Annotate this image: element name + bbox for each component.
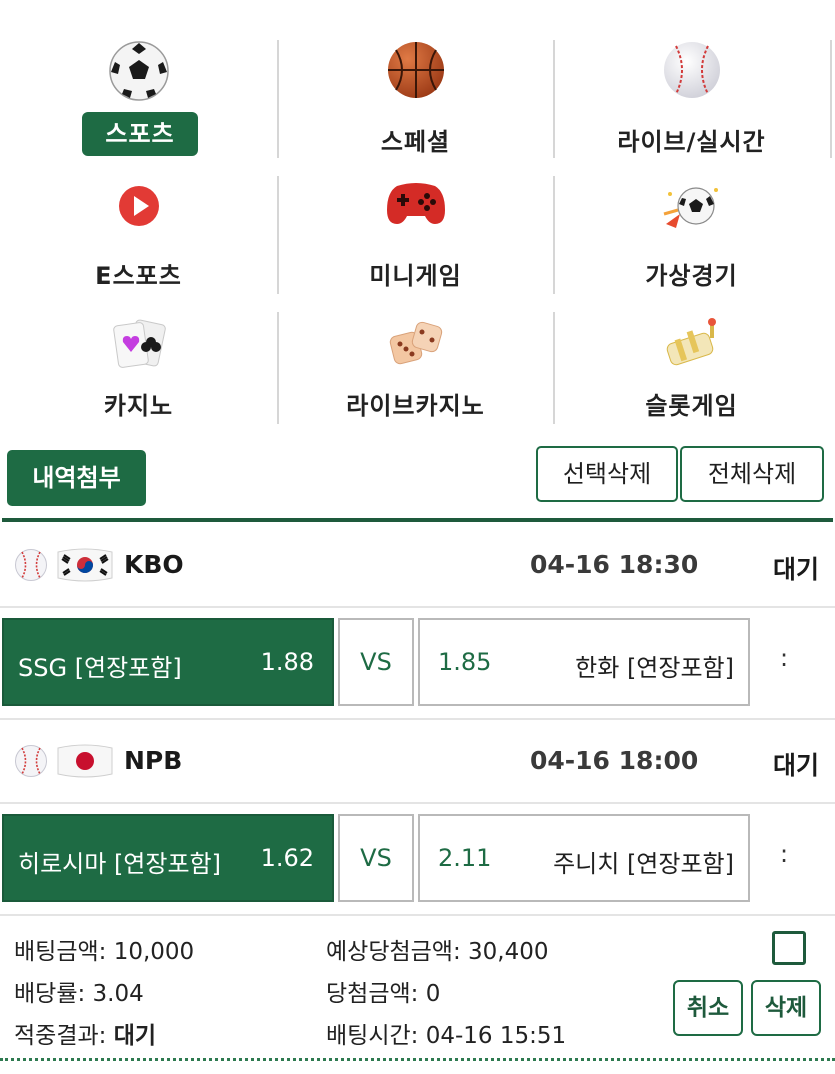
status-label: 대기: [772, 751, 819, 780]
vs-button[interactable]: VS: [338, 814, 414, 902]
category-minigame[interactable]: 미니게임: [277, 162, 554, 296]
result: 적중결과: 대기: [14, 1016, 156, 1050]
category-label: E스포츠: [95, 262, 182, 290]
category-slot[interactable]: 슬롯게임: [553, 296, 830, 430]
dice-icon: [389, 321, 442, 365]
home-odd: 1.88: [260, 648, 314, 676]
korea-flag-icon: [57, 548, 113, 582]
score: :: [780, 644, 789, 672]
bet-amount-label: 배팅금액:: [14, 939, 107, 965]
japan-flag-icon: [57, 744, 113, 778]
away-team: 주니치 [연장포함]: [553, 850, 734, 878]
bet-amount-value: 10,000: [113, 939, 195, 965]
soccer-ball-icon: [108, 41, 169, 101]
expected-win: 예상당첨금액: 30,400: [326, 932, 549, 966]
league-name: NPB: [124, 746, 183, 775]
delete-selected-button[interactable]: 선택삭제: [536, 446, 678, 502]
baseball-icon: [15, 745, 47, 777]
win-amount-label: 당첨금액:: [326, 981, 419, 1007]
bet-time-label: 배팅시간:: [326, 1023, 419, 1049]
game-header: KBO 04-16 18:30 대기: [0, 522, 835, 608]
win-amount-value: 0: [425, 981, 441, 1007]
home-odd: 1.62: [260, 844, 314, 872]
category-label: 가상경기: [645, 262, 738, 290]
category-label: 슬롯게임: [645, 392, 738, 420]
game-header: NPB 04-16 18:00 대기: [0, 718, 835, 804]
divider: [830, 40, 832, 158]
category-esports[interactable]: E스포츠: [0, 162, 277, 296]
cards-icon: [112, 319, 166, 368]
baseball-icon: [15, 549, 47, 581]
home-pick-button[interactable]: 히로시마 [연장포함] 1.62: [2, 814, 334, 902]
category-special[interactable]: 스페셜: [277, 28, 554, 162]
category-virtual[interactable]: 가상경기: [553, 162, 830, 296]
category-label: 라이브카지노: [346, 392, 485, 420]
game-time: 04-16 18:30: [530, 550, 699, 579]
bottom-divider: [0, 1058, 835, 1061]
league-name: KBO: [124, 550, 184, 579]
status-label: 대기: [772, 555, 819, 584]
bet-time: 배팅시간: 04-16 15:51: [326, 1016, 566, 1050]
expected-win-value: 30,400: [468, 939, 549, 965]
vs-button[interactable]: VS: [338, 618, 414, 706]
delete-all-button[interactable]: 전체삭제: [680, 446, 824, 502]
game-time: 04-16 18:00: [530, 746, 699, 775]
result-value: 대기: [113, 1023, 157, 1049]
home-pick-button[interactable]: SSG [연장포함] 1.88: [2, 618, 334, 706]
bet-time-value: 04-16 15:51: [425, 1023, 567, 1049]
select-checkbox[interactable]: [772, 931, 806, 965]
cancel-button[interactable]: 취소: [673, 980, 743, 1036]
category-casino[interactable]: 카지노: [0, 296, 277, 430]
away-team: 한화 [연장포함]: [575, 654, 734, 682]
win-amount: 당첨금액: 0: [326, 974, 440, 1008]
expected-win-label: 예상당첨금액:: [326, 939, 461, 965]
baseball-icon: [663, 42, 720, 98]
category-label: 스포츠: [82, 112, 198, 156]
away-odd: 2.11: [438, 844, 492, 872]
odds-row: SSG [연장포함] 1.88 VS 1.85 한화 [연장포함] :: [0, 608, 835, 720]
category-grid: 스포츠 스페셜 라이브/실시간 E스포츠 미니게임 가상경기 카지노 라이브카지…: [0, 0, 835, 430]
category-label: 라이브/실시간: [617, 128, 766, 156]
away-pick-button[interactable]: 2.11 주니치 [연장포함]: [418, 814, 750, 902]
bet-amount: 배팅금액: 10,000: [14, 932, 194, 966]
odds-label: 배당률:: [14, 981, 86, 1007]
odds-total: 배당률: 3.04: [14, 974, 144, 1008]
delete-button[interactable]: 삭제: [751, 980, 821, 1036]
away-pick-button[interactable]: 1.85 한화 [연장포함]: [418, 618, 750, 706]
odds-value: 3.04: [92, 981, 144, 1007]
gamepad-icon: [386, 183, 445, 224]
category-sports[interactable]: 스포츠: [0, 28, 277, 162]
result-label: 적중결과:: [14, 1023, 107, 1049]
away-odd: 1.85: [438, 648, 492, 676]
slot-reel-icon: [666, 318, 716, 366]
category-live[interactable]: 라이브/실시간: [553, 28, 830, 162]
category-live-casino[interactable]: 라이브카지노: [277, 296, 554, 430]
category-label: 스페셜: [380, 128, 451, 156]
virtual-ball-icon: [663, 187, 718, 228]
category-label: 미니게임: [369, 262, 462, 290]
basketball-icon: [387, 42, 444, 98]
play-icon: [118, 186, 159, 226]
home-team: 히로시마 [연장포함]: [18, 850, 221, 878]
score: :: [780, 840, 789, 868]
attach-history-button[interactable]: 내역첨부: [7, 450, 146, 506]
category-label: 카지노: [103, 392, 174, 420]
odds-row: 히로시마 [연장포함] 1.62 VS 2.11 주니치 [연장포함] :: [0, 804, 835, 916]
home-team: SSG [연장포함]: [18, 654, 182, 682]
